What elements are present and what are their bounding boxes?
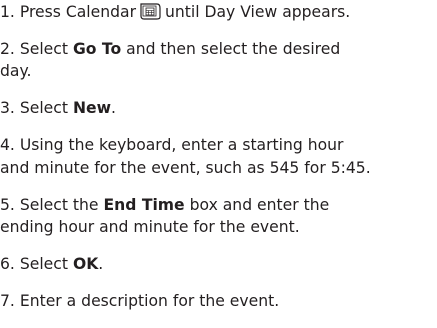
step-number: 5. <box>0 196 15 214</box>
step-text: Select the <box>19 196 99 214</box>
step-1: 1. Press Calendar until Day View appears… <box>0 0 437 27</box>
step-text: and then select the desired <box>126 40 341 58</box>
step-text: Select <box>19 99 68 117</box>
step-keyword: End Time <box>103 196 185 214</box>
step-4: 4. Using the keyboard, enter a starting … <box>0 133 437 157</box>
step-7: 7. Enter a description for the event. <box>0 289 437 313</box>
step-4-continuation: and minute for the event, such as 545 fo… <box>0 156 437 180</box>
step-text: Select <box>19 255 68 273</box>
step-number: 2. <box>0 40 15 58</box>
step-number: 3. <box>0 99 15 117</box>
step-3: 3. Select New. <box>0 96 437 120</box>
step-text: Using the keyboard, enter a starting hou… <box>19 136 344 154</box>
step-keyword: Go To <box>72 40 122 58</box>
step-keyword: New <box>72 99 111 117</box>
calendar-key-icon <box>139 2 161 27</box>
step-text: and minute for the event, such as 545 fo… <box>0 159 371 177</box>
step-number: 7. <box>0 292 15 310</box>
step-text: ending hour and minute for the event. <box>0 218 300 236</box>
step-text: Press Calendar <box>19 3 136 21</box>
step-text: until Day View appears. <box>164 3 351 21</box>
step-number: 1. <box>0 3 15 21</box>
step-5: 5. Select the End Time box and enter the <box>0 193 437 217</box>
step-text: box and enter the <box>189 196 330 214</box>
step-text: . <box>98 255 104 273</box>
step-text: . <box>110 99 116 117</box>
step-keyword: OK <box>72 255 99 273</box>
step-2-continuation: day. <box>0 59 437 83</box>
step-text: Select <box>19 40 68 58</box>
step-number: 6. <box>0 255 15 273</box>
step-2: 2. Select Go To and then select the desi… <box>0 37 437 61</box>
step-6: 6. Select OK. <box>0 252 437 276</box>
step-text: Enter a description for the event. <box>19 292 280 310</box>
step-5-continuation: ending hour and minute for the event. <box>0 215 437 239</box>
step-text: day. <box>0 62 32 80</box>
step-number: 4. <box>0 136 15 154</box>
